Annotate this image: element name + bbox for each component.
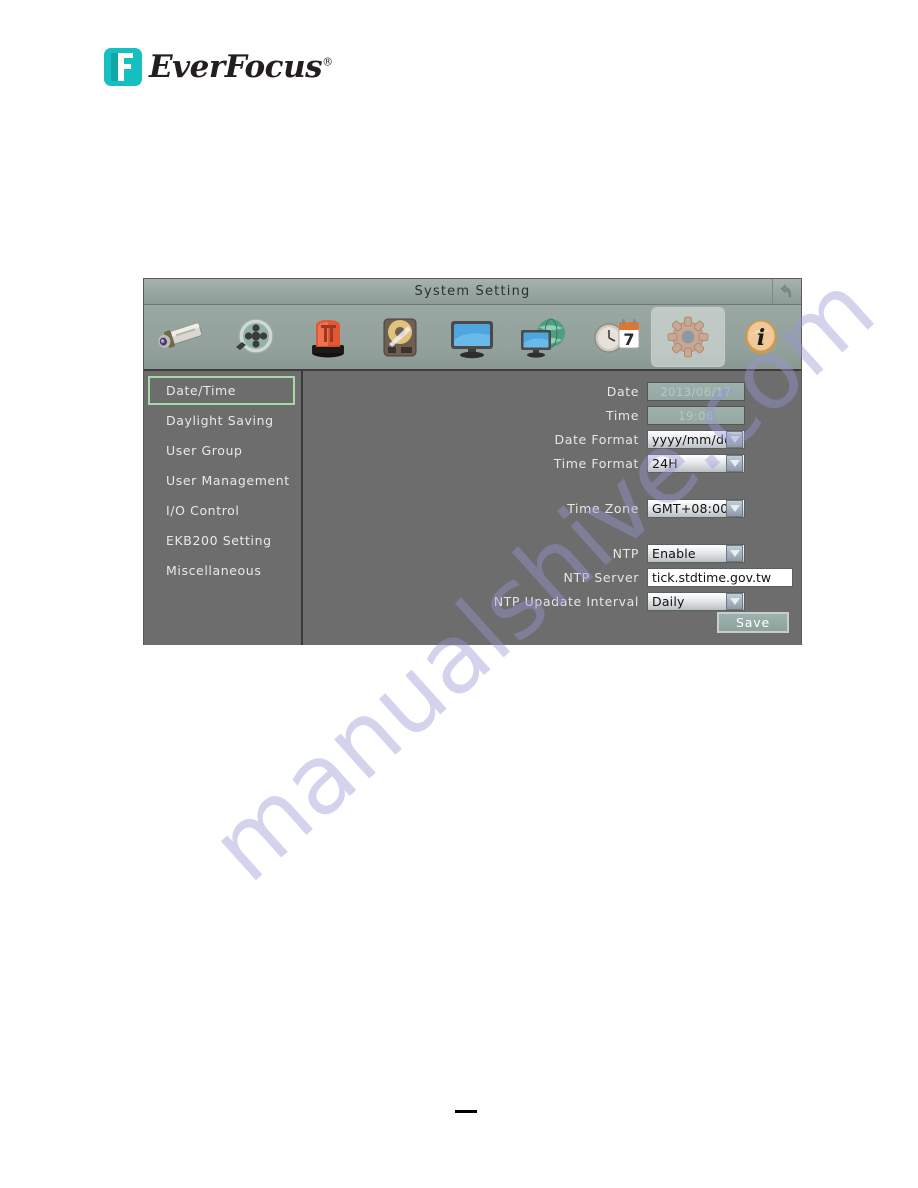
sidebar-item-label: Daylight Saving [166,413,274,428]
everfocus-logo-icon [104,48,142,86]
toolbar-record-icon[interactable] [220,307,292,367]
time-zone-row: Time Zone GMT+08:00 [303,497,801,520]
info-icon: i [745,320,778,354]
toolbar-camera-icon[interactable] [148,307,220,367]
date-label: Date [606,384,639,399]
brand-name-text: EverFocus [149,49,323,85]
time-format-select[interactable]: 24H [647,454,745,473]
chevron-down-icon[interactable] [726,455,743,472]
ntp-update-interval-select[interactable]: Daily [647,592,745,611]
page-footer-mark [455,1110,477,1113]
camera-icon [158,322,203,348]
date-format-select[interactable]: yyyy/mm/dd [647,430,745,449]
sidebar-item-io-control[interactable]: I/O Control [148,496,295,525]
ntp-update-interval-value: Daily [652,594,685,609]
date-value: 2013/06/17 [647,382,745,401]
panel-body: Date/Time Daylight Saving User Group Use… [144,371,801,645]
time-row: Time 19:06 [303,404,801,427]
back-arrow-glyph [780,284,791,298]
ntp-server-label: NTP Server [563,570,639,585]
time-zone-value: GMT+08:00 [652,501,729,516]
film-reel-icon [235,318,274,354]
time-label: Time [606,408,639,423]
time-value: 19:06 [647,406,745,425]
brand-logo: EverFocus® [104,48,333,86]
settings-sidebar: Date/Time Daylight Saving User Group Use… [144,371,303,645]
chevron-down-icon[interactable] [726,593,743,610]
toolbar-alarm-icon[interactable] [292,307,364,367]
back-arrow-icon[interactable] [772,279,801,304]
chevron-down-icon[interactable] [726,545,743,562]
ntp-update-interval-label: NTP Upadate Interval [493,594,639,609]
time-zone-label: Time Zone [567,501,639,516]
system-setting-window: System Setting 7 i Date/Time Daylight Sa… [143,278,802,645]
sidebar-item-label: EKB200 Setting [166,533,272,548]
sidebar-item-label: Date/Time [166,383,237,398]
monitor-icon [450,321,493,359]
sidebar-item-label: I/O Control [166,503,240,518]
svg-text:7: 7 [624,330,635,349]
save-button[interactable]: Save [717,612,789,633]
sidebar-item-user-management[interactable]: User Management [148,466,295,495]
sidebar-item-date-time[interactable]: Date/Time [148,376,295,405]
ntp-select[interactable]: Enable [647,544,745,563]
registered-trademark-symbol: ® [322,55,333,69]
date-row: Date 2013/06/17 [303,380,801,403]
time-zone-select[interactable]: GMT+08:00 [647,499,745,518]
time-format-label: Time Format [553,456,639,471]
sidebar-item-daylight-saving[interactable]: Daylight Saving [148,406,295,435]
sidebar-item-label: User Management [166,473,290,488]
ntp-update-interval-row: NTP Upadate Interval Daily [303,590,801,613]
chevron-down-icon[interactable] [726,500,743,517]
sidebar-item-miscellaneous[interactable]: Miscellaneous [148,556,295,585]
time-format-value: 24H [652,456,678,471]
ntp-server-row: NTP Server tick.stdtime.gov.tw [303,566,801,589]
ntp-value: Enable [652,546,696,561]
time-format-row: Time Format 24H [303,452,801,475]
ntp-server-input[interactable]: tick.stdtime.gov.tw [647,568,793,587]
gear-icon [667,316,709,358]
toolbar-information-icon[interactable]: i [725,307,797,367]
toolbar-system-setting-icon[interactable] [651,307,726,367]
date-format-label: Date Format [554,432,639,447]
ntp-row: NTP Enable [303,542,801,565]
window-title: System Setting [414,284,531,299]
clock-calendar-icon: 7 [594,319,640,353]
date-format-row: Date Format yyyy/mm/dd [303,428,801,451]
toolbar-schedule-icon[interactable]: 7 [579,307,651,367]
module-toolbar: 7 i [144,305,801,371]
settings-content: Date 2013/06/17 Time 19:06 Date Format y… [303,371,801,645]
brand-name: EverFocus® [149,49,333,85]
alarm-light-icon [311,320,344,358]
sidebar-item-label: Miscellaneous [166,563,262,578]
window-title-bar: System Setting [144,279,801,305]
sidebar-item-user-group[interactable]: User Group [148,436,295,465]
sidebar-item-label: User Group [166,443,243,458]
svg-text:i: i [757,325,765,351]
toolbar-display-icon[interactable] [436,307,508,367]
toolbar-network-icon[interactable] [507,307,579,367]
ntp-label: NTP [612,546,639,561]
hard-disk-icon [383,318,417,357]
network-globe-icon [521,318,566,358]
date-format-value: yyyy/mm/dd [652,432,733,447]
chevron-down-icon[interactable] [726,431,743,448]
toolbar-disk-icon[interactable] [364,307,436,367]
sidebar-item-ekb200-setting[interactable]: EKB200 Setting [148,526,295,555]
